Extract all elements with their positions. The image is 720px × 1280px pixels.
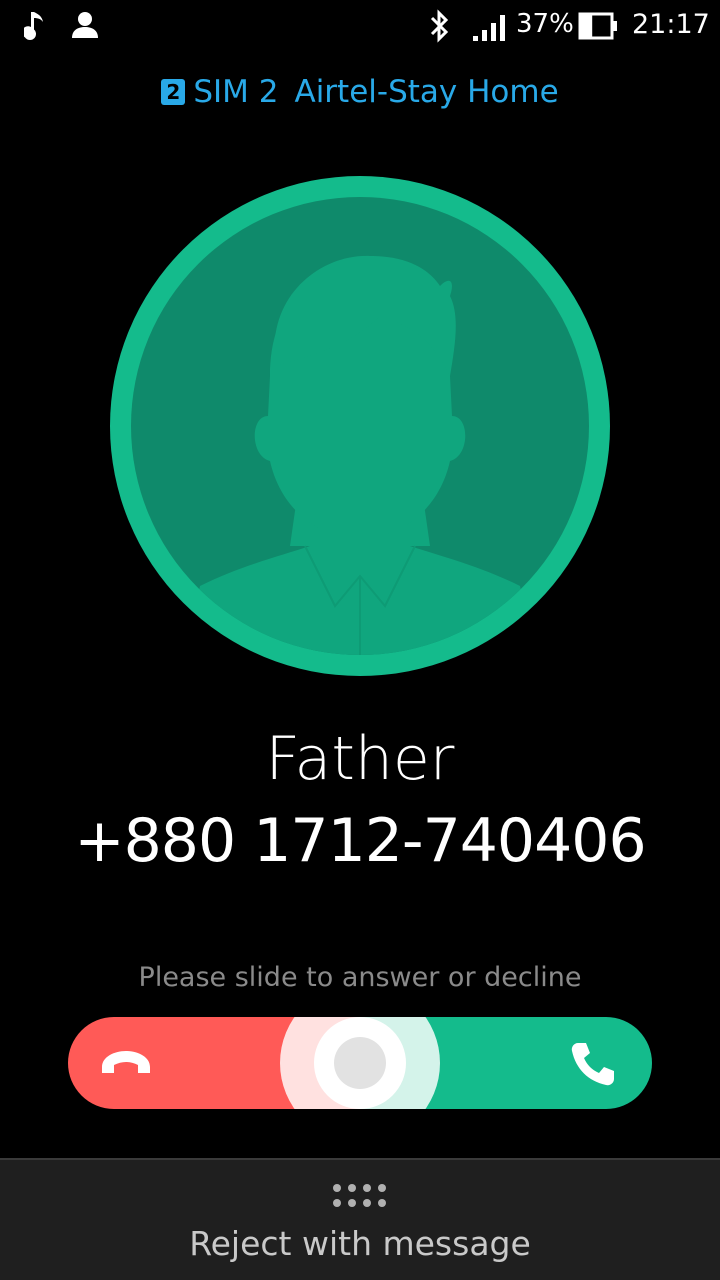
answer-decline-slider[interactable] [68, 1017, 652, 1109]
battery-icon [578, 12, 617, 40]
drag-dots-icon[interactable] [332, 1184, 388, 1208]
phone-icon[interactable] [568, 1039, 618, 1089]
hang-up-phone-icon[interactable] [98, 1047, 154, 1079]
caller-name: Father [265, 724, 455, 794]
contact-icon [72, 12, 98, 38]
status-bar: 37% 21:17 [0, 0, 720, 52]
sim-badge-icon: 2 [161, 79, 186, 105]
slider-handle[interactable] [314, 1017, 406, 1109]
sim-carrier-line: 2 SIM 2 Airtel-Stay Home [0, 74, 720, 110]
default-person-avatar-icon [110, 176, 610, 676]
slide-hint-text: Please slide to answer or decline [138, 962, 582, 993]
incoming-call-screen: 37% 21:17 2 SIM 2 Airtel-Stay Home Fathe… [0, 0, 720, 1280]
music-note-icon [24, 12, 43, 40]
reject-with-message-button[interactable]: Reject with message [0, 1224, 720, 1263]
battery-percent: 37% [516, 9, 574, 39]
signal-icon [473, 15, 505, 41]
reject-with-message-panel[interactable]: Reject with message [0, 1158, 720, 1280]
carrier-name: Airtel-Stay Home [294, 74, 559, 110]
bluetooth-icon [430, 9, 449, 43]
sim-label: SIM 2 [193, 74, 279, 110]
clock: 21:17 [632, 9, 710, 40]
caller-number: +880 1712-740406 [74, 806, 646, 876]
slider-handle-knob[interactable] [334, 1037, 386, 1089]
